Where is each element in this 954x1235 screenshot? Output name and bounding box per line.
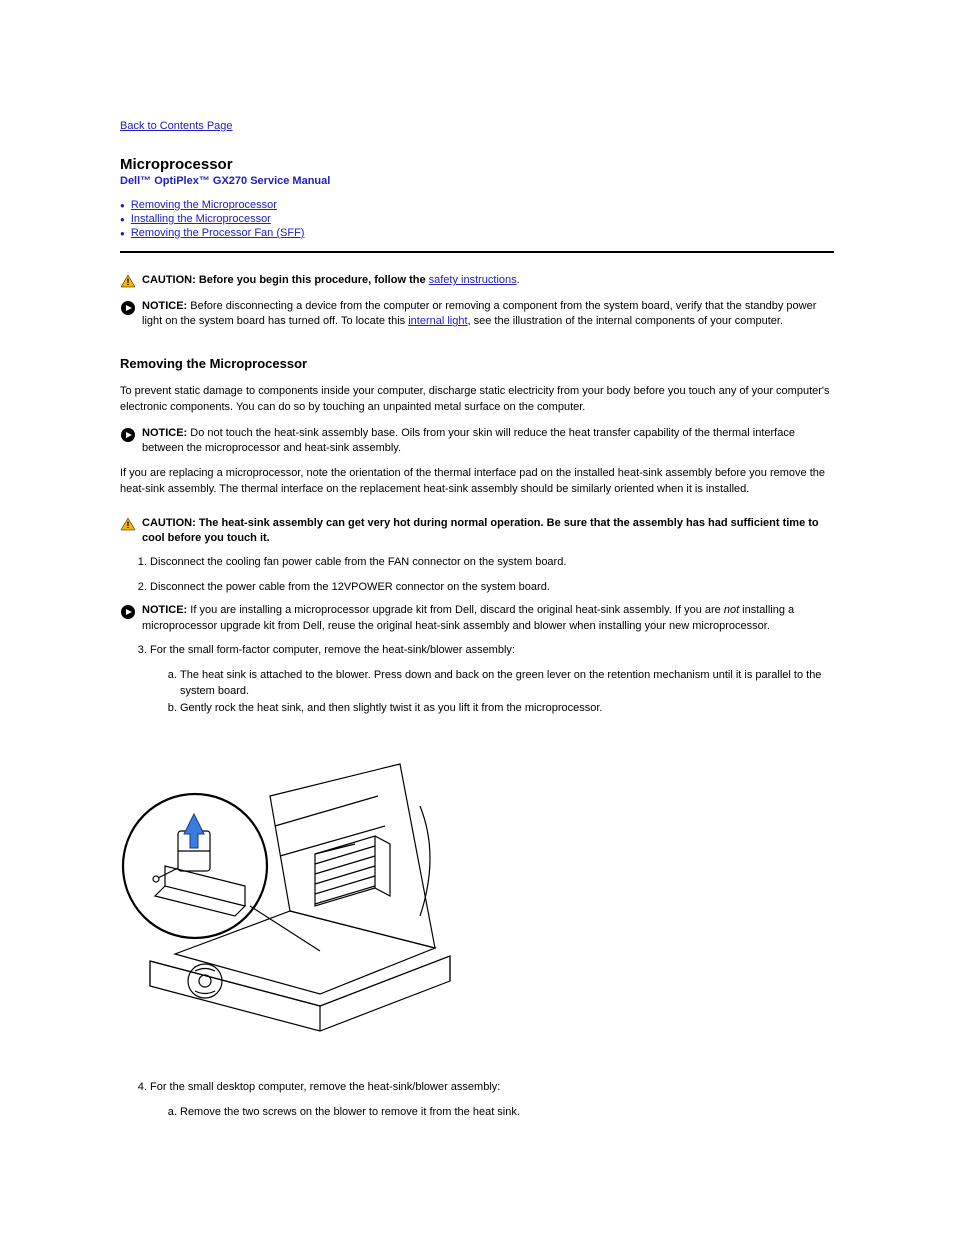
section-title-removing: Removing the Microprocessor <box>120 356 834 371</box>
step-3-text: For the small form-factor computer, remo… <box>150 644 515 656</box>
heatsink-diagram <box>120 736 460 1056</box>
table-of-contents: Removing the Microprocessor Installing t… <box>120 199 834 239</box>
safety-instructions-link[interactable]: safety instructions <box>429 274 517 286</box>
step-3a: The heat sink is attached to the blower.… <box>180 667 834 700</box>
step-4a: Remove the two screws on the blower to r… <box>180 1104 834 1121</box>
heatsink-figure <box>120 736 834 1059</box>
notice-icon <box>120 427 136 446</box>
toc-item: Removing the Processor Fan (SFF) <box>120 227 834 239</box>
step-4-text: For the small desktop computer, remove t… <box>150 1081 500 1093</box>
caution-text: CAUTION: Before you begin this procedure… <box>142 273 834 288</box>
notice-italic: not <box>724 604 739 616</box>
notice-after: , see the illustration of the internal c… <box>468 315 784 327</box>
steps-list: Disconnect the cooling fan power cable f… <box>120 554 834 595</box>
step-4: For the small desktop computer, remove t… <box>150 1079 834 1120</box>
caution-icon: ! <box>120 517 136 534</box>
caution-notice: ! CAUTION: Before you begin this procedu… <box>120 273 834 291</box>
notice-text: NOTICE: Do not touch the heat-sink assem… <box>142 426 834 457</box>
notice-bold: NOTICE: <box>142 604 187 616</box>
notice-icon <box>120 300 136 319</box>
intro-paragraph: To prevent static damage to components i… <box>120 383 834 416</box>
toc-link-installing[interactable]: Installing the Microprocessor <box>131 213 271 225</box>
notice-bold: NOTICE: <box>142 300 187 312</box>
toc-link-removing[interactable]: Removing the Microprocessor <box>131 199 277 211</box>
notice-block: NOTICE: Before disconnecting a device fr… <box>120 299 834 330</box>
manual-name: Dell™ OptiPlex™ GX270 Service Manual <box>120 175 834 187</box>
steps-list-continued-2: For the small desktop computer, remove t… <box>120 1079 834 1120</box>
caution-bold: CAUTION: The heat-sink assembly can get … <box>142 517 819 544</box>
toc-link-removing-fan[interactable]: Removing the Processor Fan (SFF) <box>131 227 305 239</box>
notice-block: NOTICE: If you are installing a micropro… <box>120 603 834 634</box>
divider <box>120 251 834 253</box>
caution-after: . <box>517 274 520 286</box>
notice-text: NOTICE: Before disconnecting a device fr… <box>142 299 834 330</box>
replace-paragraph: If you are replacing a microprocessor, n… <box>120 465 834 498</box>
steps-list-continued: For the small form-factor computer, remo… <box>120 642 834 716</box>
caution-icon: ! <box>120 274 136 291</box>
notice-block: NOTICE: Do not touch the heat-sink assem… <box>120 426 834 457</box>
step-3: For the small form-factor computer, remo… <box>150 642 834 716</box>
notice-text: NOTICE: If you are installing a micropro… <box>142 603 834 634</box>
svg-text:!: ! <box>127 520 130 530</box>
toc-item: Removing the Microprocessor <box>120 199 834 211</box>
internal-light-link[interactable]: internal light <box>408 315 467 327</box>
caution-text: CAUTION: The heat-sink assembly can get … <box>142 516 834 547</box>
caution-notice: ! CAUTION: The heat-sink assembly can ge… <box>120 516 834 547</box>
notice-bold: NOTICE: <box>142 427 187 439</box>
step-3b: Gently rock the heat sink, and then slig… <box>180 700 834 717</box>
step-1: Disconnect the cooling fan power cable f… <box>150 554 834 571</box>
back-to-contents-link[interactable]: Back to Contents Page <box>120 120 233 132</box>
svg-text:!: ! <box>127 277 130 287</box>
toc-item: Installing the Microprocessor <box>120 213 834 225</box>
notice-icon <box>120 604 136 623</box>
page-title: Microprocessor <box>120 156 834 173</box>
caution-bold: CAUTION: Before you begin this procedure… <box>142 274 429 286</box>
step-2: Disconnect the power cable from the 12VP… <box>150 579 834 596</box>
notice-body: If you are installing a microprocessor u… <box>187 604 724 616</box>
notice-body: Do not touch the heat-sink assembly base… <box>142 427 795 454</box>
